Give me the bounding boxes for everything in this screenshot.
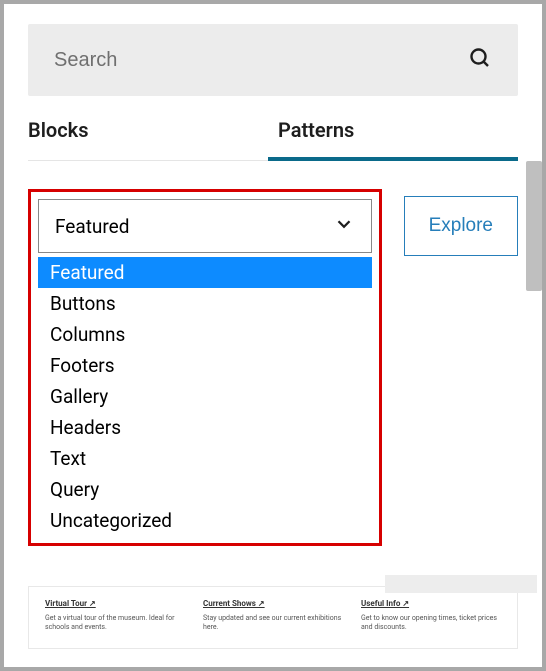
preview-col-title: Virtual Tour ↗ <box>45 599 96 608</box>
category-dropdown: Featured Buttons Columns Footers Gallery… <box>38 257 372 536</box>
search-bar <box>28 24 518 96</box>
scrollbar-thumb[interactable] <box>526 161 542 291</box>
category-highlight: Featured Featured Buttons Columns Footer… <box>28 189 382 546</box>
dropdown-option-footers[interactable]: Footers <box>38 350 372 381</box>
dropdown-option-headers[interactable]: Headers <box>38 412 372 443</box>
search-icon[interactable] <box>468 46 492 74</box>
dropdown-option-columns[interactable]: Columns <box>38 319 372 350</box>
category-select[interactable]: Featured <box>38 199 372 253</box>
category-select-value: Featured <box>55 215 129 238</box>
preview-overlay <box>385 575 537 593</box>
controls-row: Featured Featured Buttons Columns Footer… <box>28 189 518 546</box>
preview-col-2: Current Shows ↗ Stay updated and see our… <box>203 599 343 632</box>
dropdown-option-uncategorized[interactable]: Uncategorized <box>38 505 372 536</box>
dropdown-option-text[interactable]: Text <box>38 443 372 474</box>
preview-columns: Virtual Tour ↗ Get a virtual tour of the… <box>45 599 501 632</box>
preview-col-body: Get a virtual tour of the museum. Ideal … <box>45 614 185 632</box>
dropdown-option-featured[interactable]: Featured <box>38 257 372 288</box>
search-input[interactable] <box>54 49 468 72</box>
dropdown-option-buttons[interactable]: Buttons <box>38 288 372 319</box>
content-area: Featured Featured Buttons Columns Footer… <box>28 161 518 654</box>
preview-col-title: Useful Info ↗ <box>361 599 409 608</box>
dropdown-option-query[interactable]: Query <box>38 474 372 505</box>
preview-col-3: Useful Info ↗ Get to know our opening ti… <box>361 599 501 632</box>
chevron-down-icon <box>333 213 355 240</box>
pattern-preview[interactable]: Virtual Tour ↗ Get a virtual tour of the… <box>28 586 518 649</box>
preview-col-1: Virtual Tour ↗ Get a virtual tour of the… <box>45 599 185 632</box>
tab-patterns[interactable]: Patterns <box>268 118 518 160</box>
tab-blocks[interactable]: Blocks <box>28 118 268 160</box>
tabs: Blocks Patterns <box>28 118 518 161</box>
explore-button[interactable]: Explore <box>404 196 518 256</box>
inserter-panel: Blocks Patterns Featured Featured Button… <box>4 4 542 667</box>
dropdown-option-gallery[interactable]: Gallery <box>38 381 372 412</box>
preview-col-body: Stay updated and see our current exhibit… <box>203 614 343 632</box>
preview-col-body: Get to know our opening times, ticket pr… <box>361 614 501 632</box>
preview-col-title: Current Shows ↗ <box>203 599 265 608</box>
